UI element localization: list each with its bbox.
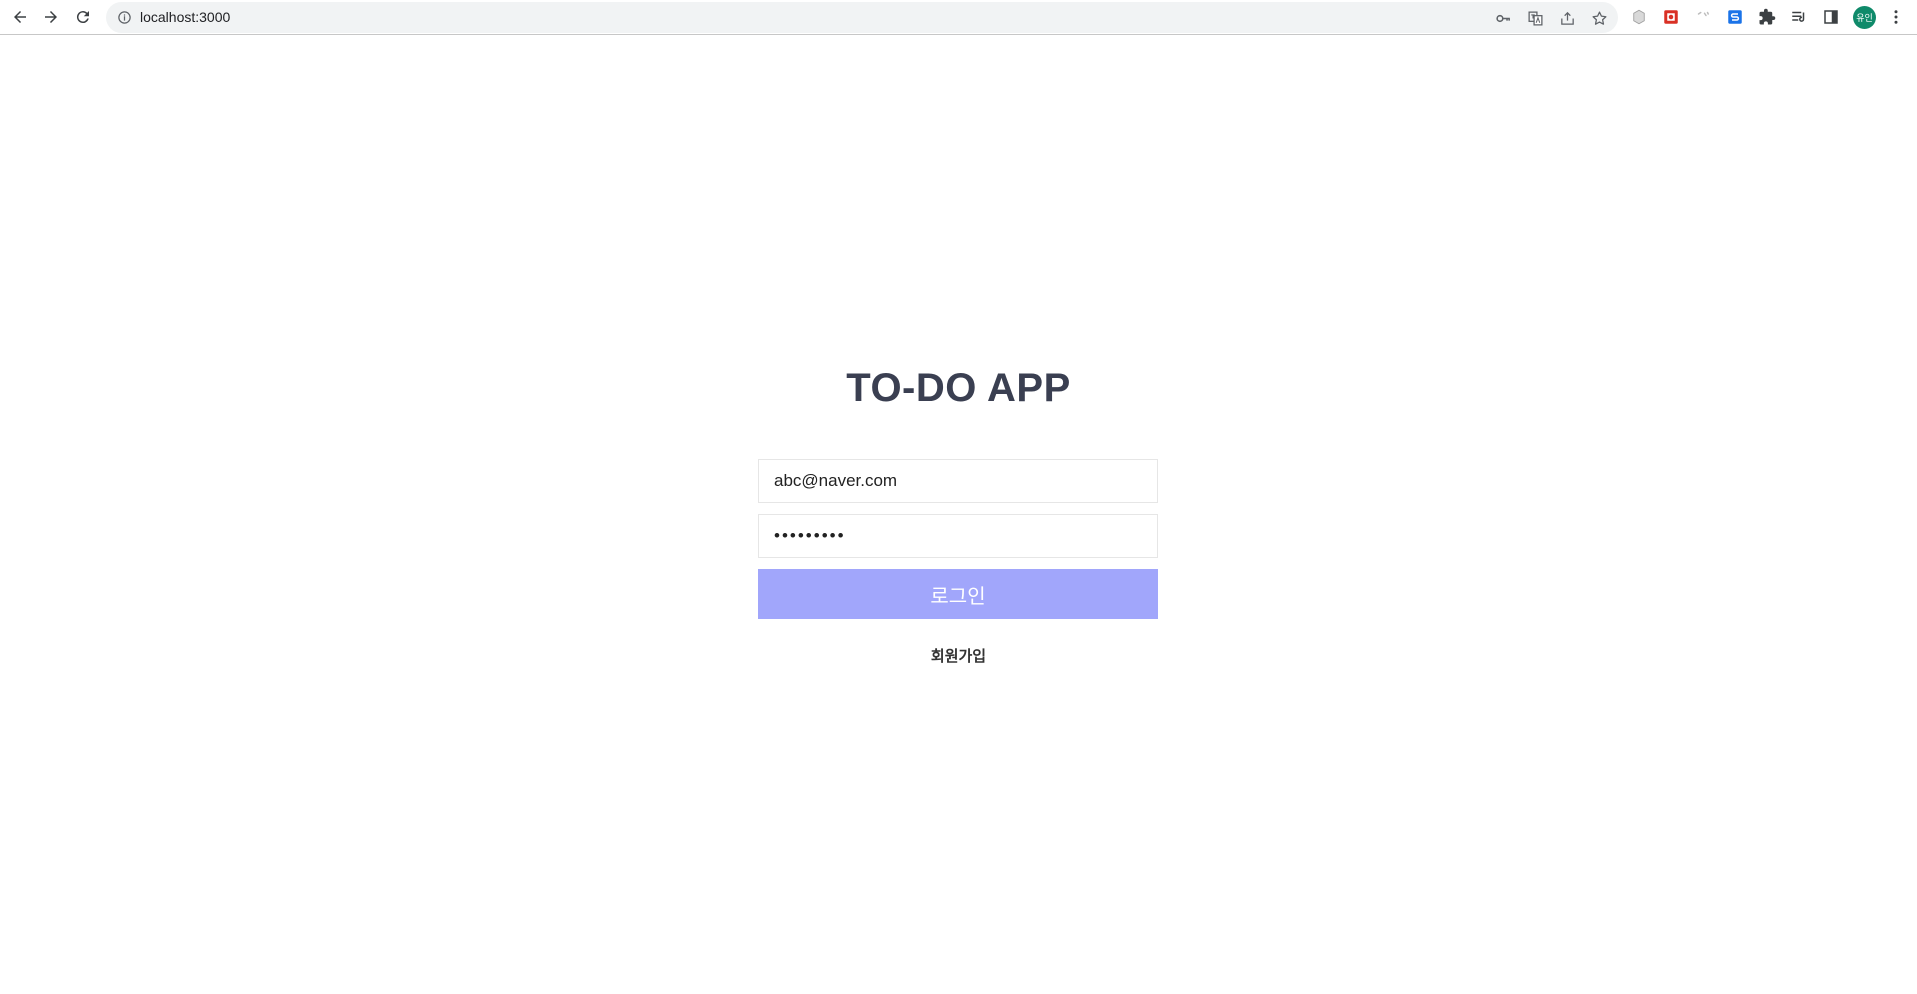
side-panel-icon[interactable] [1821, 7, 1841, 27]
translate-icon[interactable] [1525, 8, 1545, 28]
back-icon[interactable] [7, 4, 33, 30]
login-button[interactable]: 로그인 [758, 569, 1158, 619]
extension-grey-icon[interactable] [1629, 7, 1649, 27]
address-bar[interactable]: localhost:3000 [106, 2, 1618, 33]
reading-list-icon[interactable] [1789, 7, 1809, 27]
password-input[interactable] [758, 514, 1158, 558]
signup-link[interactable]: 회원가입 [0, 645, 1917, 666]
app-title: TO-DO APP [846, 366, 1071, 410]
extension-blue-s-icon[interactable] [1725, 7, 1745, 27]
browser-toolbar: localhost:3000 유인 [0, 0, 1917, 35]
site-info-icon[interactable] [116, 9, 133, 26]
profile-avatar[interactable]: 유인 [1853, 6, 1876, 29]
key-icon[interactable] [1493, 8, 1513, 28]
forward-icon[interactable] [38, 4, 64, 30]
puzzle-icon[interactable] [1757, 7, 1777, 27]
more-vert-icon[interactable] [1886, 7, 1906, 27]
share-icon[interactable] [1557, 8, 1577, 28]
url-text[interactable]: localhost:3000 [140, 2, 230, 33]
extension-red-icon[interactable] [1661, 7, 1681, 27]
extension-faded-icon[interactable] [1693, 7, 1713, 27]
star-icon[interactable] [1589, 8, 1609, 28]
email-input[interactable] [758, 459, 1158, 503]
reload-icon[interactable] [70, 4, 96, 30]
